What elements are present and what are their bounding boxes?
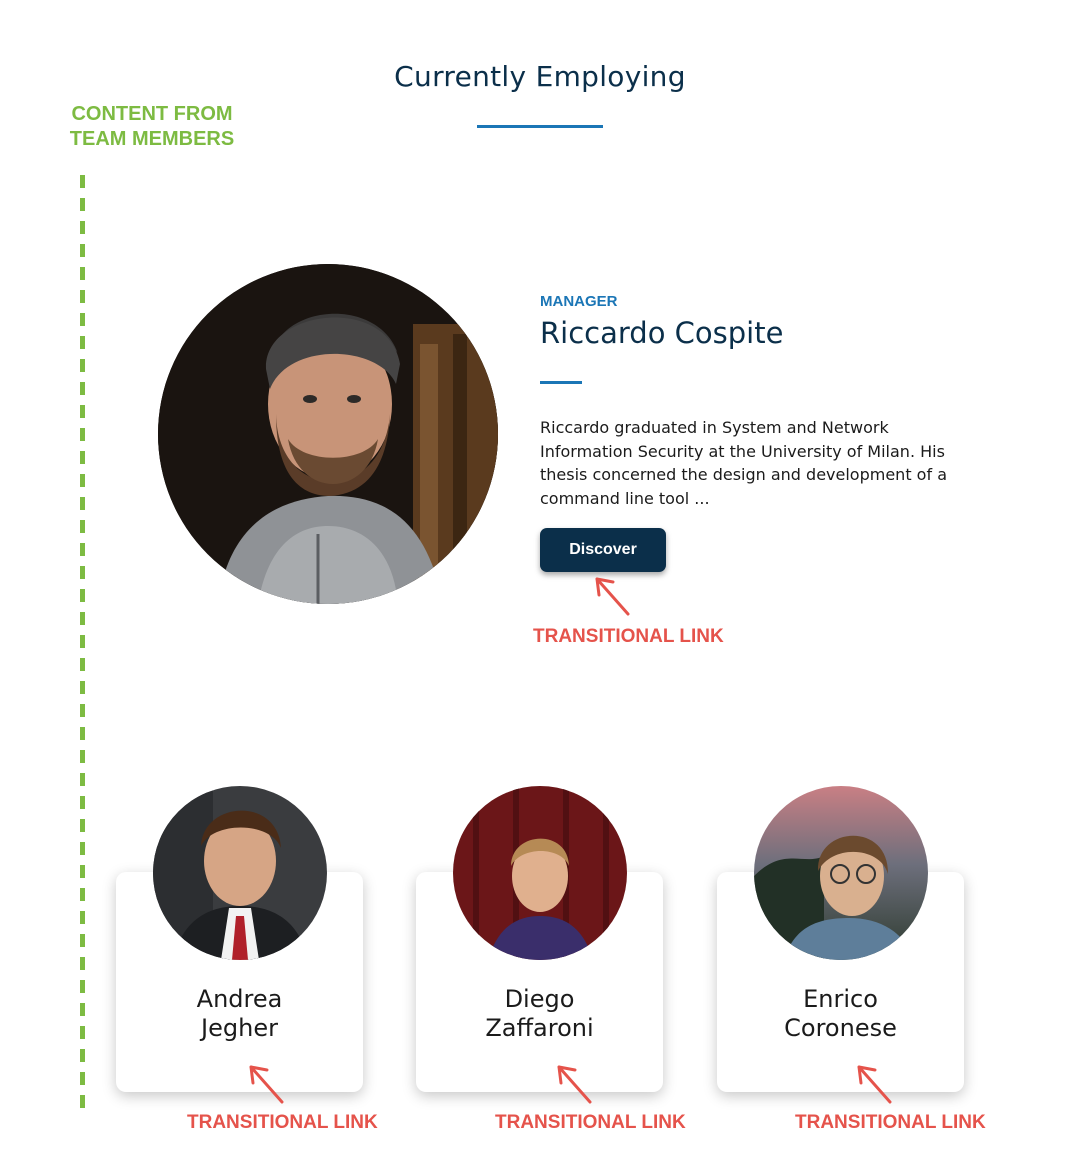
transitional-link-annotation: TRANSITIONAL LINK xyxy=(533,626,724,647)
content-annotation-line1: CONTENT FROM xyxy=(71,103,233,125)
first-name: Andrea xyxy=(196,985,283,1013)
arrow-icon xyxy=(557,1065,592,1104)
page-title: Currently Employing xyxy=(394,60,686,93)
arrow-icon xyxy=(857,1065,892,1104)
team-member-photo-diego xyxy=(453,786,627,960)
transitional-link-annotation: TRANSITIONAL LINK xyxy=(795,1112,986,1133)
manager-portrait-illustration xyxy=(158,264,498,604)
discover-button[interactable]: Discover xyxy=(540,528,666,572)
last-name: Coronese xyxy=(784,1014,897,1042)
arrow-icon xyxy=(249,1065,284,1104)
team-member-photo-andrea xyxy=(153,786,327,960)
content-annotation-line2: TEAM MEMBERS xyxy=(69,128,235,150)
manager-bio: Riccardo graduated in System and Network… xyxy=(540,418,947,508)
arrow-icon xyxy=(595,577,630,616)
transitional-link-annotation: TRANSITIONAL LINK xyxy=(187,1112,378,1133)
team-member-name-enrico: Enrico Coronese xyxy=(717,985,964,1043)
team-member-photo-enrico xyxy=(754,786,928,960)
manager-name-underline xyxy=(540,381,582,384)
transitional-link-annotation: TRANSITIONAL LINK xyxy=(495,1112,686,1133)
team-member-name-andrea: Andrea Jegher xyxy=(116,985,363,1043)
first-name: Diego xyxy=(504,985,575,1013)
team-member-name-diego: Diego Zaffaroni xyxy=(416,985,663,1043)
content-bracket-dashed-line xyxy=(80,175,85,1115)
manager-photo xyxy=(158,264,498,604)
title-underline xyxy=(477,125,603,128)
last-name: Jegher xyxy=(201,1014,278,1042)
manager-role-label: MANAGER xyxy=(540,293,618,310)
first-name: Enrico xyxy=(803,985,878,1013)
manager-name: Riccardo Cospite xyxy=(540,316,784,350)
last-name: Zaffaroni xyxy=(485,1014,594,1042)
content-annotation: CONTENT FROM TEAM MEMBERS xyxy=(52,102,252,152)
